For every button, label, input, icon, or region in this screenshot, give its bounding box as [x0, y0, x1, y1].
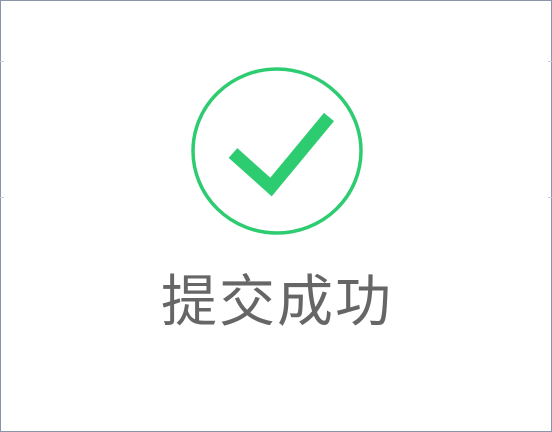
border-tick-bottom-right	[548, 197, 552, 198]
check-circle-ring	[191, 67, 363, 235]
border-tick-bottom-left	[0, 197, 4, 198]
check-circle-icon	[191, 67, 363, 235]
border-tick-top-left	[0, 61, 4, 62]
check-mark	[228, 112, 335, 197]
border-tick-top-right	[548, 61, 552, 62]
success-message: 提交成功	[161, 270, 393, 335]
success-dialog: 提交成功	[0, 0, 552, 432]
